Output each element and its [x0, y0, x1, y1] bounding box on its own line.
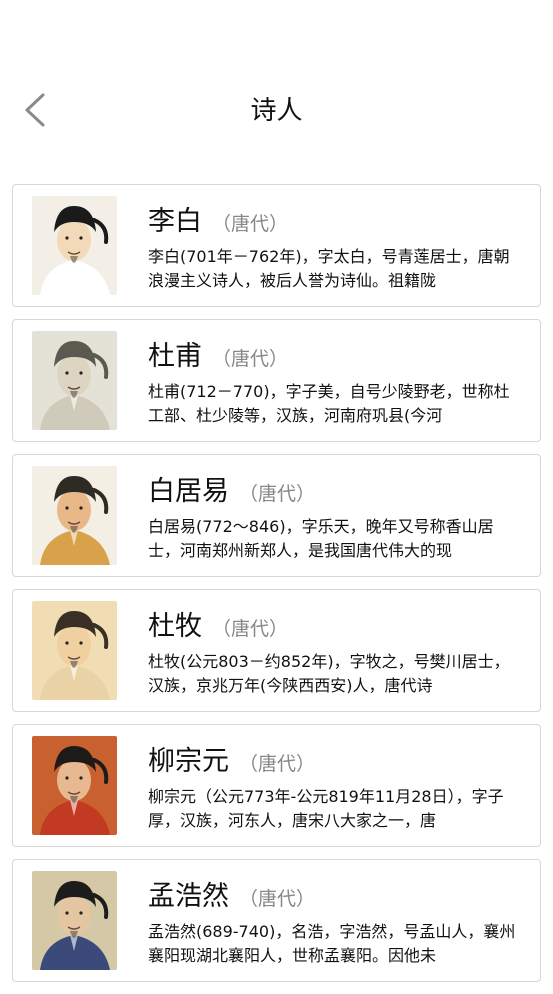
poet-name: 杜牧	[148, 611, 202, 642]
poet-dynasty: （唐代）	[239, 483, 316, 505]
poet-name: 杜甫	[148, 341, 202, 372]
poet-card[interactable]: 孟浩然 （唐代） 孟浩然(689-740)，名浩，字浩然，号孟山人，襄州襄阳现湖北…	[12, 859, 541, 982]
name-row: 柳宗元 （唐代）	[148, 739, 316, 777]
name-row: 杜甫 （唐代）	[148, 334, 289, 372]
poet-card[interactable]: 柳宗元 （唐代） 柳宗元（公元773年-公元819年11月28日），字子厚，汉族，…	[12, 724, 541, 847]
header-bar: 诗人	[0, 0, 553, 170]
poet-bio: 白居易(772～846)，字乐天，晚年又号称香山居士，河南郑州新郑人，是我国唐代…	[148, 517, 494, 560]
poet-portrait-image	[32, 196, 117, 295]
poet-dynasty: （唐代）	[212, 618, 289, 640]
poet-bio: 杜牧(公元803－约852年)，字牧之，号樊川居士，汉族，京兆万年(今陕西西安)…	[148, 652, 510, 695]
poet-bio: 李白(701年－762年)，字太白，号青莲居士，唐朝浪漫主义诗人，被后人誉为诗仙…	[148, 247, 510, 290]
page-title: 诗人	[250, 96, 303, 126]
poet-portrait-image	[32, 601, 117, 700]
poet-card[interactable]: 白居易 （唐代） 白居易(772～846)，字乐天，晚年又号称香山居士，河南郑州新…	[12, 454, 541, 577]
poet-bio: 孟浩然(689-740)，名浩，字浩然，号孟山人，襄州襄阳现湖北襄阳人，世称孟襄…	[148, 922, 516, 965]
poet-dynasty: （唐代）	[212, 213, 289, 235]
poet-name: 白居易	[148, 476, 229, 507]
name-row: 白居易 （唐代）	[148, 469, 316, 507]
poet-portrait-image	[32, 331, 117, 430]
poet-dynasty: （唐代）	[239, 753, 316, 775]
poet-name: 李白	[148, 206, 202, 237]
poet-card[interactable]: 杜甫 （唐代） 杜甫(712－770)，字子美，自号少陵野老，世称杜工部、杜少陵等…	[12, 319, 541, 442]
poet-portrait-image	[32, 466, 117, 565]
poet-name: 柳宗元	[148, 746, 229, 777]
poet-portrait-image	[32, 736, 117, 835]
poet-card[interactable]: 李白 （唐代） 李白(701年－762年)，字太白，号青莲居士，唐朝浪漫主义诗人，…	[12, 184, 541, 307]
name-row: 孟浩然 （唐代）	[148, 874, 316, 912]
name-row: 李白 （唐代）	[148, 199, 289, 237]
poet-name: 孟浩然	[148, 881, 229, 912]
poet-list: 李白 （唐代） 李白(701年－762年)，字太白，号青莲居士，唐朝浪漫主义诗人，…	[12, 184, 541, 994]
poet-bio: 杜甫(712－770)，字子美，自号少陵野老，世称杜工部、杜少陵等，汉族，河南府…	[148, 382, 510, 425]
name-row: 杜牧 （唐代）	[148, 604, 289, 642]
poet-dynasty: （唐代）	[239, 888, 316, 910]
poet-portrait-image	[32, 871, 117, 970]
poet-card[interactable]: 杜牧 （唐代） 杜牧(公元803－约852年)，字牧之，号樊川居士，汉族，京兆万年…	[12, 589, 541, 712]
poet-bio: 柳宗元（公元773年-公元819年11月28日），字子厚，汉族，河东人，唐宋八大…	[148, 787, 504, 830]
poet-dynasty: （唐代）	[212, 348, 289, 370]
